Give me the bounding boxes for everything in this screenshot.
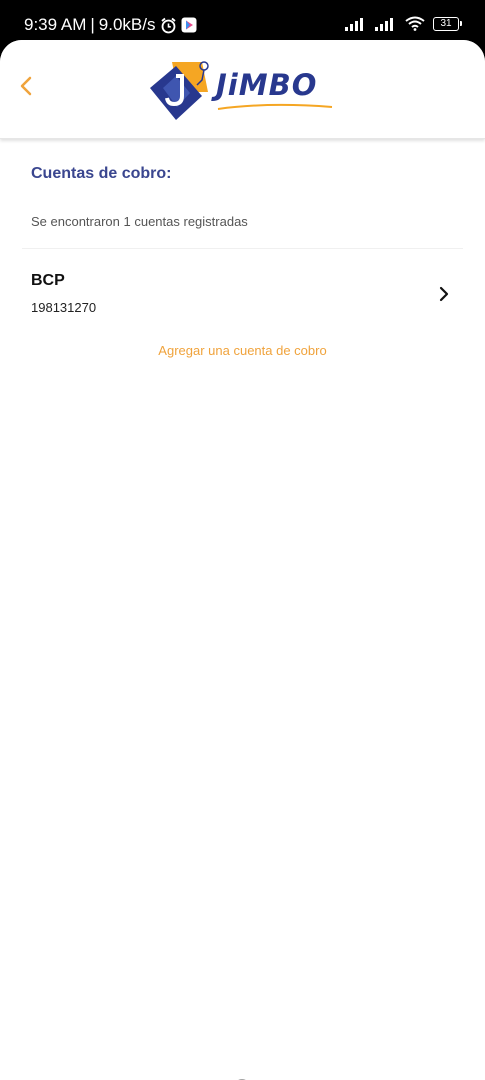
list-item[interactable]: BCP 198131270 xyxy=(0,262,485,326)
signal-icon xyxy=(345,17,367,31)
account-number: 198131270 xyxy=(31,300,97,315)
divider xyxy=(22,248,463,249)
status-separator: | xyxy=(90,15,95,34)
back-button[interactable] xyxy=(14,74,38,98)
chevron-right-icon xyxy=(439,286,449,302)
play-store-icon xyxy=(181,17,197,33)
navigation-bar xyxy=(0,1062,485,1080)
app-screen: JiMBO Cuentas de cobro: Se encontraron 1… xyxy=(0,40,485,1080)
add-account-link[interactable]: Agregar una cuenta de cobro xyxy=(0,343,485,358)
jimbo-logo: JiMBO xyxy=(150,52,336,120)
alarm-icon xyxy=(160,17,177,34)
network-speed: 9.0kB/s xyxy=(98,15,156,34)
logo-wordmark: JiMBO xyxy=(216,68,318,102)
status-bar: 9:39 AM | 9.0kB/s 31 xyxy=(0,0,485,44)
battery-level: 31 xyxy=(440,17,452,29)
wifi-icon xyxy=(405,16,425,31)
status-time: 9:39 AM xyxy=(24,15,87,34)
chevron-left-icon xyxy=(20,76,32,96)
app-header: JiMBO xyxy=(0,40,485,139)
battery-icon: 31 xyxy=(433,16,462,31)
section-title: Cuentas de cobro: xyxy=(31,165,172,182)
status-left: 9:39 AM | 9.0kB/s xyxy=(24,15,197,35)
status-right: 31 xyxy=(345,16,462,31)
signal-icon xyxy=(375,17,397,31)
account-bank-name: BCP xyxy=(31,272,65,289)
results-count-text: Se encontraron 1 cuentas registradas xyxy=(31,214,248,229)
